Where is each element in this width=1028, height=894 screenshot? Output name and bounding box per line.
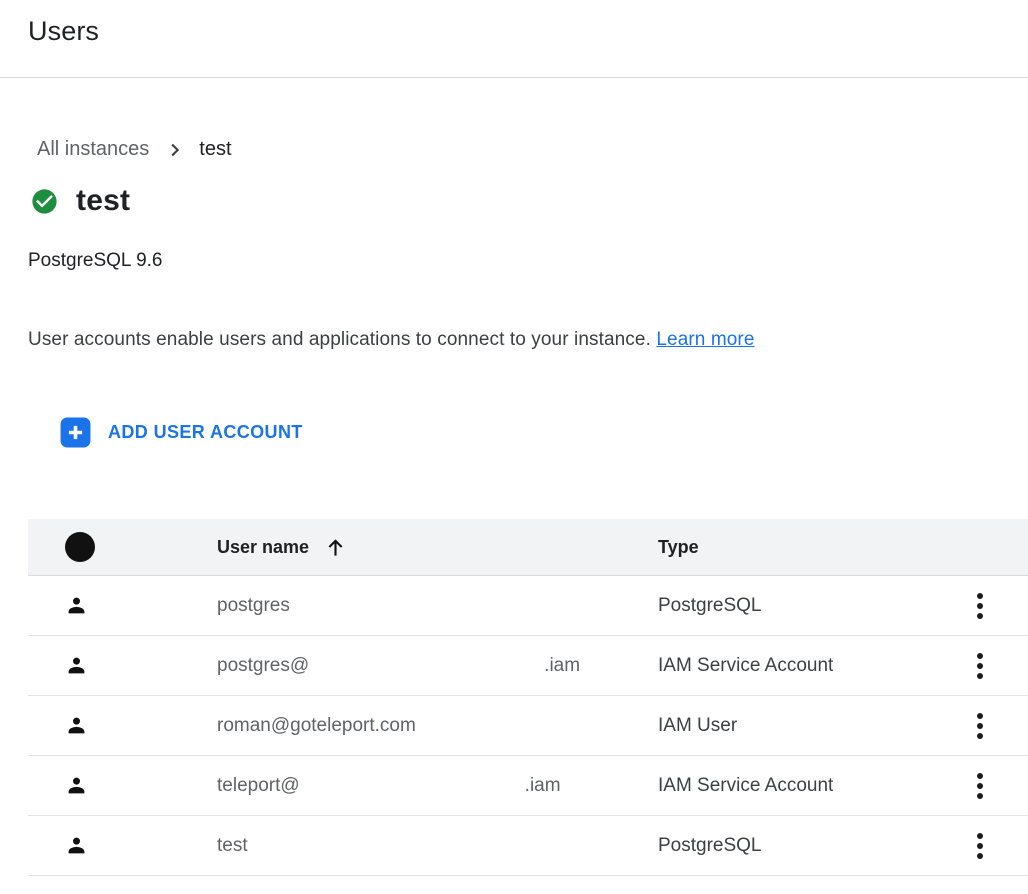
user-type-cell: IAM Service Account [658,655,958,677]
person-icon [63,592,90,619]
row-menu-kebab-icon[interactable] [960,766,1000,806]
person-icon [63,652,90,679]
sort-ascending-arrow-icon [324,536,347,559]
user-type-cell: IAM User [658,715,958,737]
user-name-cell: teleport@ .iam [217,775,658,797]
users-description: User accounts enable users and applicati… [28,329,1028,351]
breadcrumb-current-page: test [199,138,231,161]
users-table: User name Type postgres PostgreSQL [28,519,1028,876]
table-row: postgres PostgreSQL [28,576,1028,636]
user-name-cell: postgres [217,595,658,617]
user-name-cell: test [217,835,658,857]
plus-icon [60,417,91,448]
user-column-circle-icon [65,532,95,562]
breadcrumb-all-instances[interactable]: All instances [37,138,149,161]
learn-more-link[interactable]: Learn more [656,329,754,350]
instance-name: test [76,184,130,218]
column-header-type[interactable]: Type [658,537,958,558]
user-name-cell: postgres@ .iam [217,655,658,677]
check-circle-icon [30,187,59,216]
table-header-row: User name Type [28,519,1028,576]
breadcrumb: All instances test [37,138,1028,161]
person-icon [63,832,90,859]
page-header: Users [0,0,1028,78]
page-title: Users [28,16,1028,47]
instance-version: PostgreSQL 9.6 [28,250,1028,272]
header-icon-cell [28,532,217,562]
user-type-cell: PostgreSQL [658,835,958,857]
user-type-cell: IAM Service Account [658,775,958,797]
row-menu-kebab-icon[interactable] [960,706,1000,746]
instance-heading: test [28,184,1028,218]
row-menu-kebab-icon[interactable] [960,826,1000,866]
table-row: test PostgreSQL [28,816,1028,876]
add-user-account-label: ADD USER ACCOUNT [108,422,303,443]
row-icon-cell [28,652,217,679]
row-icon-cell [28,832,217,859]
table-row: postgres@ .iam IAM Service Account [28,636,1028,696]
table-row: teleport@ .iam IAM Service Account [28,756,1028,816]
row-icon-cell [28,592,217,619]
table-row: roman@goteleport.com IAM User [28,696,1028,756]
user-name-cell: roman@goteleport.com [217,715,658,737]
add-user-account-button[interactable]: ADD USER ACCOUNT [60,417,303,448]
main-content: All instances test test PostgreSQL 9.6 U… [0,138,1028,453]
person-icon [63,772,90,799]
row-menu-kebab-icon[interactable] [960,586,1000,626]
person-icon [63,712,90,739]
description-text: User accounts enable users and applicati… [28,329,651,350]
row-icon-cell [28,772,217,799]
column-header-user-name[interactable]: User name [217,536,658,559]
row-icon-cell [28,712,217,739]
user-type-cell: PostgreSQL [658,595,958,617]
chevron-right-icon [163,139,185,161]
row-menu-kebab-icon[interactable] [960,646,1000,686]
